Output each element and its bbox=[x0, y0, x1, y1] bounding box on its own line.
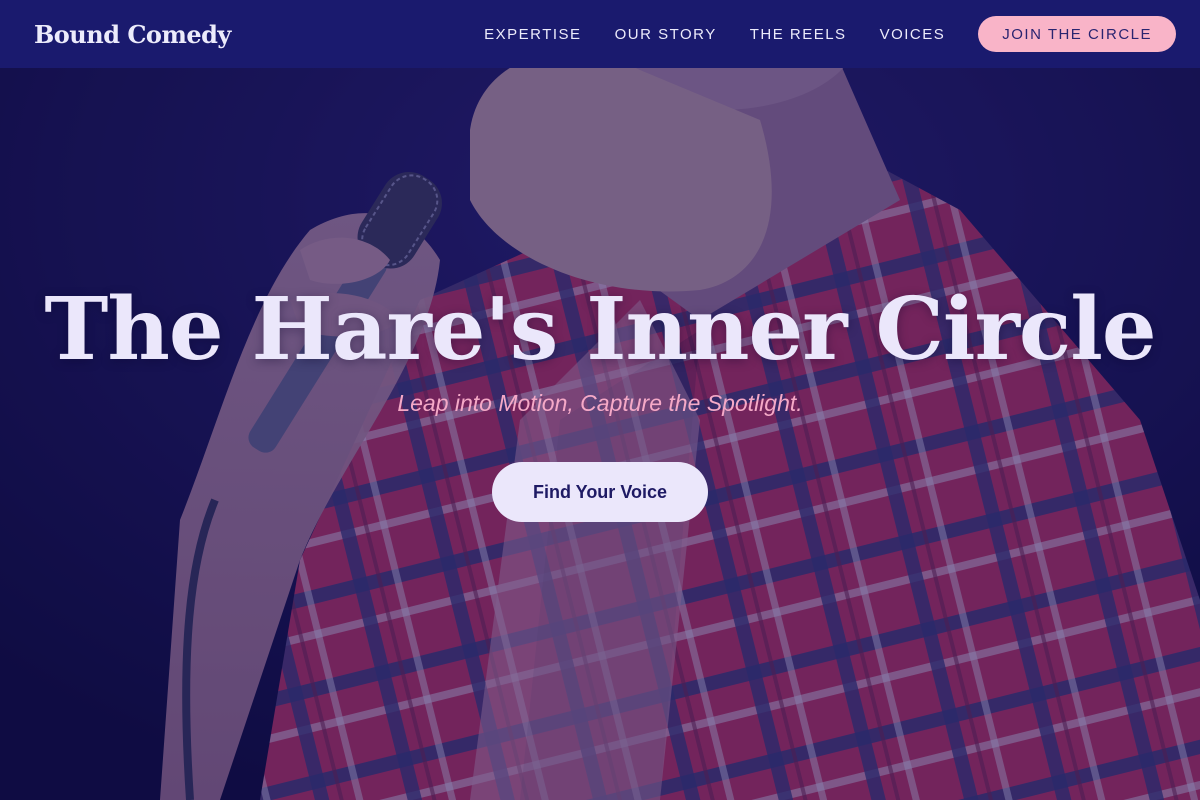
top-navigation-bar: Bound Comedy EXPERTISE OUR STORY THE REE… bbox=[0, 0, 1200, 68]
nav-link-expertise[interactable]: EXPERTISE bbox=[484, 26, 581, 43]
hero-tagline: Leap into Motion, Capture the Spotlight. bbox=[397, 390, 803, 416]
nav-link-our-story[interactable]: OUR STORY bbox=[615, 26, 717, 43]
nav-links: EXPERTISE OUR STORY THE REELS VOICES JOI… bbox=[484, 16, 1176, 52]
brand-logo[interactable]: Bound Comedy bbox=[34, 20, 231, 49]
nav-link-the-reels[interactable]: THE REELS bbox=[750, 26, 847, 43]
hero-section: The Hare's Inner Circle Leap into Motion… bbox=[0, 0, 1200, 800]
nav-link-voices[interactable]: VOICES bbox=[880, 26, 946, 43]
join-the-circle-button[interactable]: JOIN THE CIRCLE bbox=[978, 16, 1176, 52]
find-your-voice-button[interactable]: Find Your Voice bbox=[492, 462, 708, 522]
hero-title: The Hare's Inner Circle bbox=[44, 279, 1156, 380]
